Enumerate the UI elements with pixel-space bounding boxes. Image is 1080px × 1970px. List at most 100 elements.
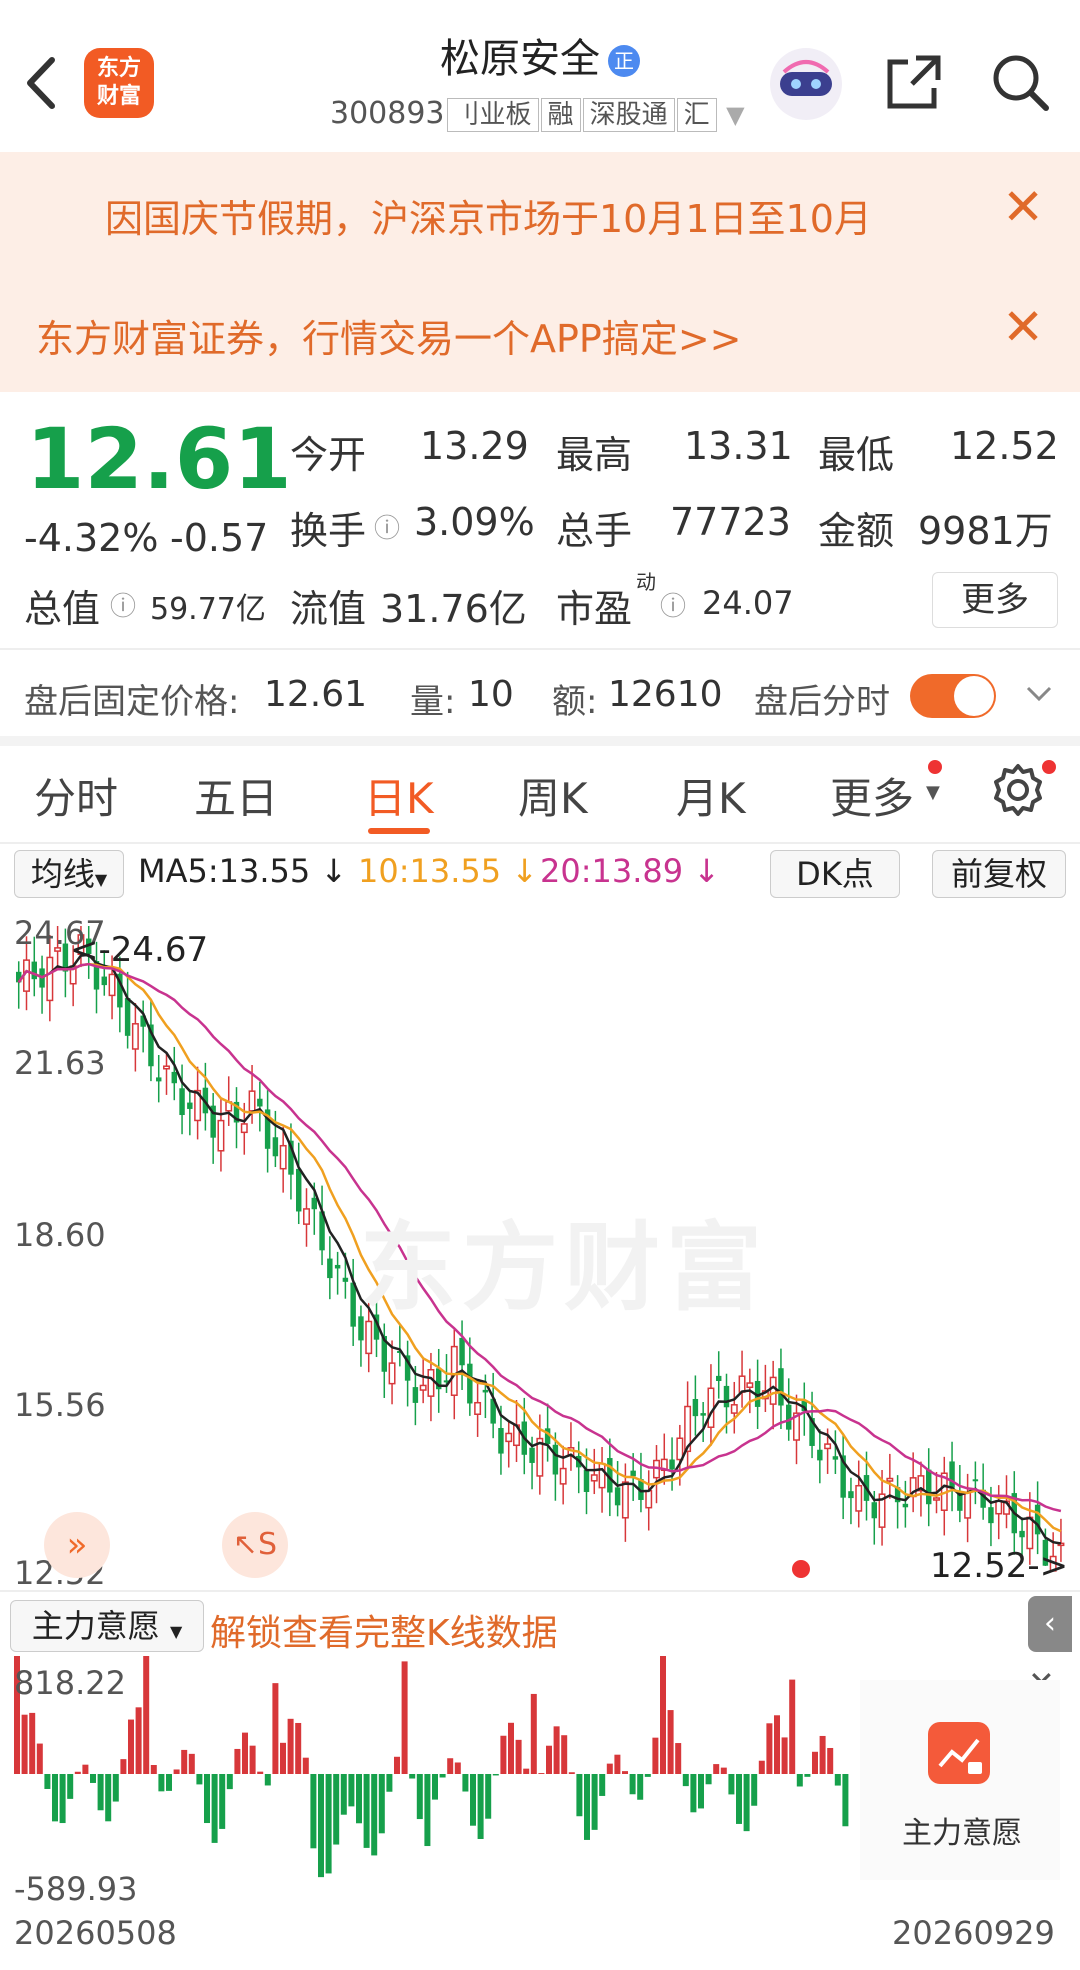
gear-icon[interactable] (990, 762, 1046, 822)
indicator-bar (36, 1743, 43, 1774)
indicator-bar (698, 1774, 704, 1809)
indicator-bar (409, 1774, 416, 1779)
last-price: 12.61 (26, 410, 292, 508)
afterhours-switch-label: 盘后分时 (754, 682, 890, 722)
candle-body (450, 1345, 458, 1396)
info-icon[interactable]: ⓘ (110, 586, 136, 623)
candle-body (855, 1484, 863, 1512)
indicator-bar (667, 1710, 674, 1774)
candle-body (31, 961, 37, 980)
indicator-bar (67, 1774, 74, 1799)
candle-body (692, 1398, 699, 1417)
candle-body (427, 1369, 435, 1397)
tab-intraday[interactable]: 分时 (34, 765, 118, 826)
assistant-avatar[interactable] (770, 48, 842, 120)
main-intent-card-label: 主力意愿 (902, 1816, 1022, 1851)
afterhours-toggle[interactable] (910, 674, 996, 718)
indicator-bar (652, 1737, 659, 1774)
indicator-bar (105, 1774, 112, 1822)
indicator-selector[interactable]: 主力意愿 ▼ (10, 1600, 204, 1652)
indicator-bar (204, 1774, 210, 1824)
signal-icon[interactable]: ↖S (222, 1512, 288, 1578)
indicator-bar (196, 1774, 203, 1785)
chevron-down-icon: ▼ (926, 782, 940, 803)
indicator-bar (629, 1774, 636, 1795)
candle-body (949, 1461, 955, 1488)
more-quote-button[interactable]: 更多 (932, 572, 1058, 628)
turnover-label: 换手 (290, 509, 367, 553)
expand-icon[interactable]: » (44, 1512, 110, 1578)
close-icon[interactable]: ✕ (1002, 302, 1044, 352)
chevron-left-icon[interactable]: ‹ (1028, 1596, 1072, 1652)
candle-body (467, 1363, 473, 1404)
candle-body (621, 1481, 629, 1519)
candle-body (700, 1413, 706, 1416)
indicator-bar (257, 1771, 264, 1774)
candle-body (179, 1088, 185, 1116)
tab-monthly-k[interactable]: 月K (676, 765, 746, 826)
candle-body (108, 973, 116, 997)
indicator-bar (470, 1774, 476, 1826)
main-intent-card[interactable]: 主力意愿 (860, 1680, 1060, 1880)
tab-daily-k[interactable]: 日K (364, 765, 434, 826)
candle-body (505, 1432, 513, 1443)
candle-body (334, 1264, 341, 1269)
candle-body (412, 1387, 419, 1403)
volume-value: 77723 (670, 500, 791, 544)
tab-active-indicator (368, 828, 430, 834)
date-start: 20260508 (14, 1914, 177, 1952)
candle-body (1019, 1530, 1025, 1538)
indicator-bar (90, 1774, 96, 1783)
ma10-value: 10:13.55 ↓ (358, 852, 539, 890)
indicator-bar (432, 1774, 438, 1800)
candle-body (926, 1469, 932, 1505)
candle-body (296, 1168, 302, 1212)
ma-selector[interactable]: 均线▼ (14, 850, 124, 898)
amount-value: 9981万 (918, 509, 1053, 553)
indicator-bar (143, 1656, 150, 1774)
y-label-3: 18.60 (14, 1216, 106, 1254)
info-icon[interactable]: ⓘ (660, 586, 686, 623)
chevron-down-icon[interactable] (1022, 676, 1056, 714)
candle-body (240, 1123, 248, 1134)
indicator-bar (546, 1745, 552, 1774)
tag-more: 汇 (676, 98, 717, 132)
indicator-bar (371, 1774, 378, 1856)
tab-five-day[interactable]: 五日 (194, 765, 278, 826)
indicator-bar (181, 1749, 188, 1774)
indicator-bar (394, 1756, 400, 1774)
stock-subline[interactable]: 300893 刂业板融深股通汇 ▼ (330, 96, 745, 132)
indicator-bar (720, 1767, 727, 1774)
afterhours-amt: 12610 (608, 674, 723, 715)
back-icon[interactable] (20, 48, 60, 118)
candle-body (995, 1500, 1003, 1515)
candle-body (156, 1077, 162, 1082)
share-icon[interactable] (882, 50, 946, 118)
candle-body (303, 1208, 310, 1225)
indicator-bar (553, 1726, 560, 1774)
close-icon[interactable]: ✕ (1002, 182, 1044, 232)
volume-label: 总手 (556, 509, 633, 553)
adjust-button[interactable]: 前复权 (932, 850, 1066, 898)
info-icon[interactable]: ⓘ (374, 508, 400, 545)
indicator-bar (675, 1743, 682, 1774)
date-end: 20260929 (892, 1914, 1055, 1952)
candle-body (669, 1459, 675, 1470)
candle-body (272, 1137, 279, 1157)
indicator-bar (249, 1745, 256, 1774)
notice-holiday[interactable]: 因国庆节假期，沪深京市场于10月1日至10月 ✕ (0, 152, 1080, 272)
indicator-bar (120, 1759, 127, 1774)
candle-body (598, 1462, 606, 1489)
dk-point-button[interactable]: DK点 (770, 850, 900, 898)
unlock-link[interactable]: 解锁查看完整K线数据 (210, 1604, 558, 1656)
divider (0, 1590, 1080, 1592)
eastmoney-logo[interactable]: 东方 财富 (84, 48, 154, 118)
indicator-bar (226, 1774, 233, 1790)
indicator-bar (789, 1679, 796, 1774)
notice-ad[interactable]: 东方财富证券，行情交易一个APP搞定>> ✕ (0, 272, 1080, 392)
indicator-bar (644, 1774, 651, 1777)
search-icon[interactable] (988, 50, 1052, 118)
tab-more[interactable]: 更多 (830, 765, 914, 826)
indicator-bar (751, 1774, 758, 1806)
tab-weekly-k[interactable]: 周K (518, 765, 588, 826)
